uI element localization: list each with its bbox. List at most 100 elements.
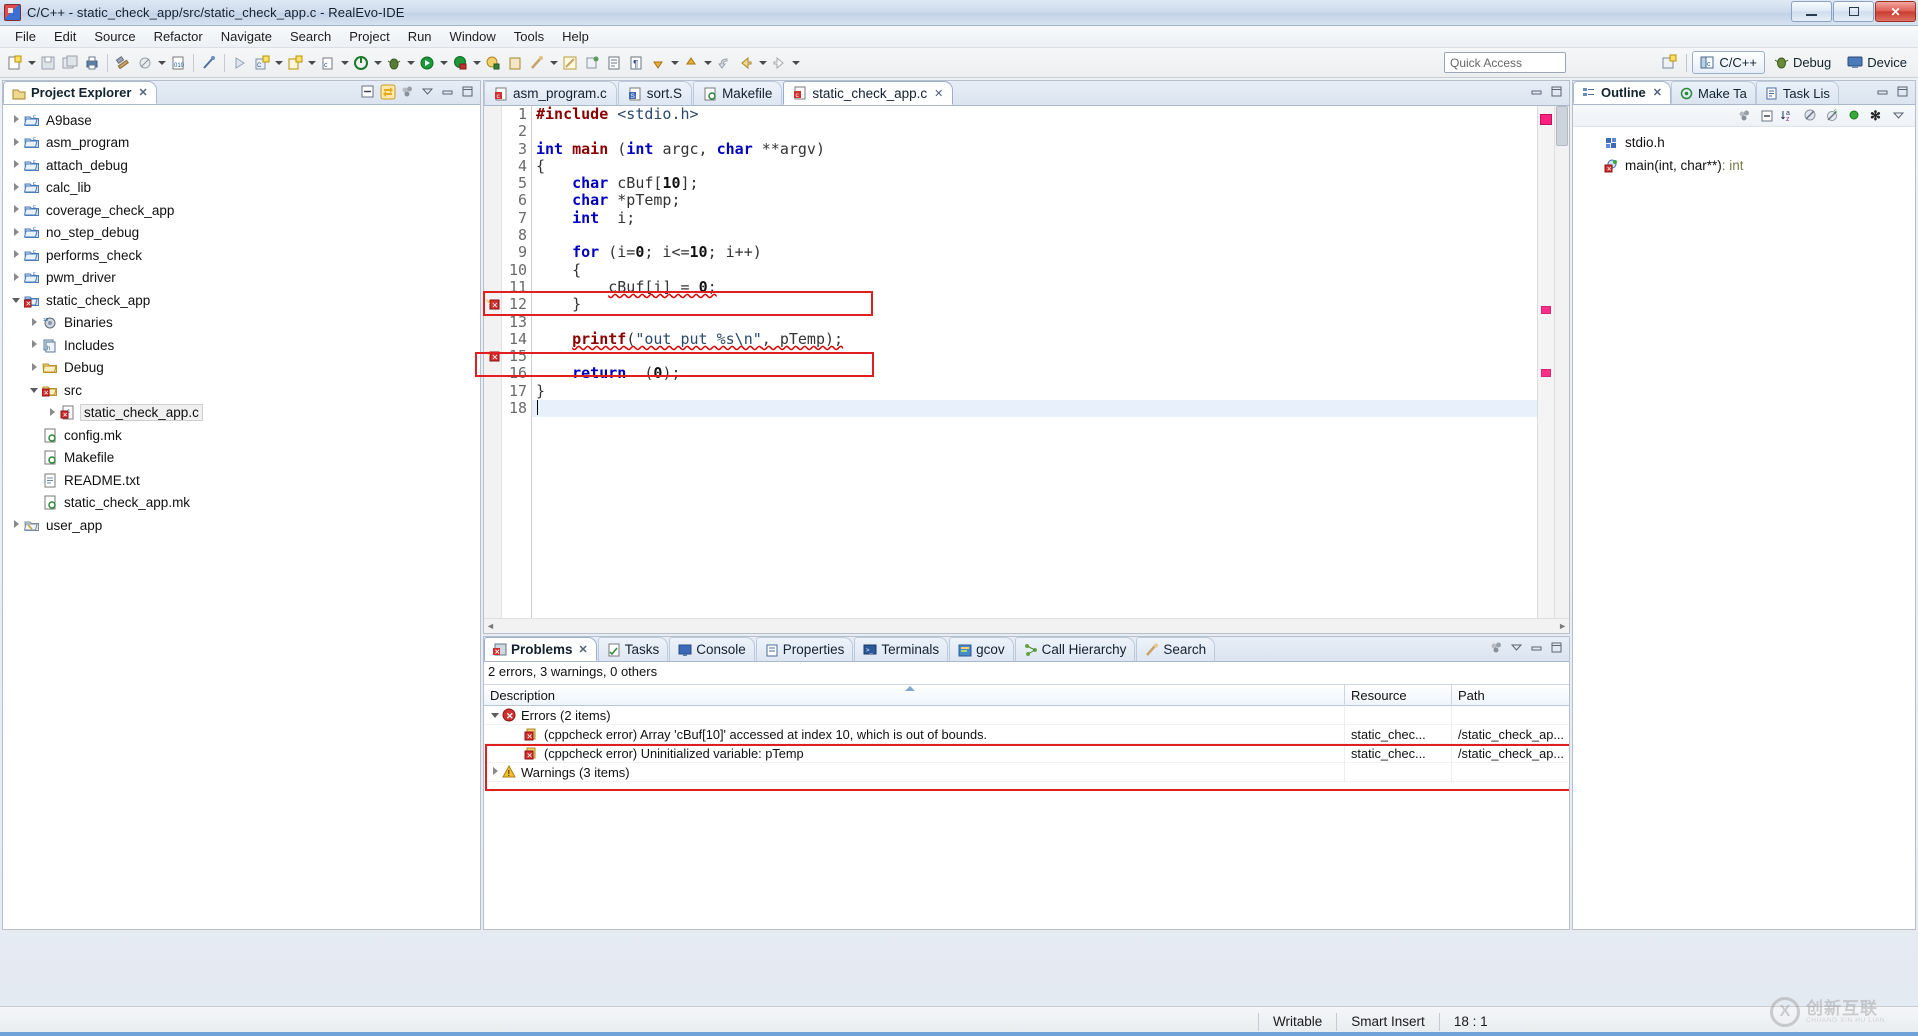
- tab-problems[interactable]: ✕ Problems ✕: [484, 637, 597, 661]
- editor-tab-makefile[interactable]: Makefile: [693, 81, 783, 105]
- tree-item-src[interactable]: ✕ src: [3, 379, 480, 402]
- minimize-window-button[interactable]: [1791, 1, 1832, 22]
- profile-icon[interactable]: [449, 52, 471, 74]
- tree-item-asm-program[interactable]: c asm_program: [3, 132, 480, 155]
- menu-refactor[interactable]: Refactor: [145, 27, 212, 46]
- minimize-icon[interactable]: [1528, 639, 1545, 656]
- twisty-icon[interactable]: [9, 138, 23, 148]
- tab-tasks[interactable]: Tasks: [597, 637, 669, 661]
- editor-code-area[interactable]: #include <stdio.h> int main (int argc, c…: [532, 106, 1537, 618]
- column-header-path[interactable]: Path: [1452, 684, 1569, 706]
- problems-group-errors[interactable]: ✕ Errors (2 items): [484, 705, 1569, 725]
- twisty-icon[interactable]: [9, 273, 23, 283]
- overview-error-marker-1[interactable]: [1540, 114, 1552, 125]
- close-window-button[interactable]: ✕: [1875, 1, 1916, 22]
- toggle-mark-icon[interactable]: [581, 52, 603, 74]
- forward-icon[interactable]: [768, 52, 790, 74]
- link-with-editor-icon[interactable]: [379, 83, 396, 100]
- tab-search[interactable]: Search: [1136, 637, 1216, 661]
- problems-row-error-2[interactable]: ✕ (cppcheck error) Uninitialized variabl…: [484, 743, 1569, 763]
- menu-help[interactable]: Help: [553, 27, 598, 46]
- tab-make-targets[interactable]: Make Ta: [1671, 81, 1756, 104]
- editor-marker-ruler[interactable]: ✕ ✕: [484, 106, 502, 618]
- menu-file[interactable]: File: [6, 27, 45, 46]
- tree-item-pwm-driver[interactable]: c pwm_driver: [3, 267, 480, 290]
- debug-dropdown-icon[interactable]: [405, 52, 416, 74]
- search-icon[interactable]: [526, 52, 548, 74]
- last-edit-icon[interactable]: [713, 52, 735, 74]
- tree-item-config-mk[interactable]: config.mk: [3, 424, 480, 447]
- editor-tab-sort-s[interactable]: S sort.S: [617, 81, 693, 105]
- overview-error-marker-3[interactable]: [1541, 369, 1551, 377]
- editor-tab-close[interactable]: ✕: [934, 87, 943, 100]
- menu-source[interactable]: Source: [85, 27, 144, 46]
- save-all-icon[interactable]: [59, 52, 81, 74]
- tab-project-explorer-close[interactable]: ✕: [138, 86, 147, 99]
- previous-annotation-dropdown-icon[interactable]: [702, 52, 713, 74]
- editor-tab-static-check-app-c[interactable]: c static_check_app.c ✕: [783, 81, 954, 105]
- tree-item-no-step-debug[interactable]: c no_step_debug: [3, 222, 480, 245]
- tab-outline-close[interactable]: ✕: [1653, 86, 1662, 99]
- menu-run[interactable]: Run: [399, 27, 441, 46]
- pilcrow-icon[interactable]: ¶: [625, 52, 647, 74]
- run-icon[interactable]: [416, 52, 438, 74]
- tab-outline[interactable]: Outline ✕: [1573, 81, 1671, 104]
- forward-dropdown-icon[interactable]: [790, 52, 801, 74]
- minimize-icon[interactable]: [1528, 83, 1545, 100]
- save-icon[interactable]: [37, 52, 59, 74]
- perspective-device[interactable]: Device: [1840, 51, 1914, 74]
- sort-icon[interactable]: az: [1780, 107, 1797, 124]
- project-tree[interactable]: c A9base c asm_program c attach_debug c …: [3, 105, 480, 929]
- maximize-icon[interactable]: [1548, 639, 1565, 656]
- maximize-window-button[interactable]: [1833, 1, 1874, 22]
- tree-item-includes[interactable]: h Includes: [3, 334, 480, 357]
- tree-item-binaries[interactable]: 10 Binaries: [3, 312, 480, 335]
- new-file-icon[interactable]: [4, 52, 26, 74]
- tab-terminals[interactable]: >_ Terminals: [854, 637, 949, 661]
- collapse-all-icon[interactable]: [1758, 107, 1775, 124]
- link-with-editor-icon[interactable]: [1736, 107, 1753, 124]
- new-c-project-dropdown-icon[interactable]: [273, 52, 284, 74]
- error-marker-line-11[interactable]: ✕: [486, 297, 500, 313]
- new-c-project-icon[interactable]: C: [251, 52, 273, 74]
- twisty-icon[interactable]: [27, 340, 41, 350]
- view-menu-dots-icon[interactable]: [399, 83, 416, 100]
- hide-nonpublic-icon[interactable]: [1846, 107, 1863, 124]
- new-class-icon[interactable]: [284, 52, 306, 74]
- twisty-icon[interactable]: [9, 115, 23, 125]
- twisty-icon[interactable]: [9, 160, 23, 170]
- editor-horizontal-scrollbar[interactable]: ◄ ►: [484, 618, 1569, 633]
- build-dropdown-icon[interactable]: [156, 52, 167, 74]
- tree-item-static-check-app-mk[interactable]: static_check_app.mk: [3, 492, 480, 515]
- tab-task-list[interactable]: Task Lis: [1755, 81, 1839, 104]
- minimize-icon[interactable]: [1874, 83, 1891, 100]
- editor-vertical-scrollbar[interactable]: [1554, 106, 1569, 618]
- debug-bug-icon[interactable]: [383, 52, 405, 74]
- minimize-icon[interactable]: [439, 83, 456, 100]
- problems-row-error-1[interactable]: ✕ (cppcheck error) Array 'cBuf[10]' acce…: [484, 724, 1569, 744]
- twisty-icon[interactable]: [9, 295, 23, 305]
- twisty-icon[interactable]: [9, 205, 23, 215]
- view-menu-icon[interactable]: [1508, 639, 1525, 656]
- menu-search[interactable]: Search: [281, 27, 340, 46]
- hide-macros-icon[interactable]: ✻: [1868, 107, 1885, 124]
- tree-item-readme-txt[interactable]: README.txt: [3, 469, 480, 492]
- profile-dropdown-icon[interactable]: [471, 52, 482, 74]
- twisty-icon[interactable]: [27, 318, 41, 328]
- tree-item-performs-check[interactable]: c performs_check: [3, 244, 480, 267]
- twisty-icon[interactable]: [27, 385, 41, 395]
- editor-pencil-icon[interactable]: [559, 52, 581, 74]
- tab-properties[interactable]: Properties: [755, 637, 854, 661]
- twisty-icon[interactable]: [488, 767, 502, 777]
- twisty-icon[interactable]: [9, 183, 23, 193]
- perspective-debug[interactable]: Debug: [1767, 51, 1838, 74]
- next-annotation-icon[interactable]: [647, 52, 669, 74]
- twisty-icon[interactable]: [27, 363, 41, 373]
- tab-console[interactable]: Console: [669, 637, 755, 661]
- back-dropdown-icon[interactable]: [757, 52, 768, 74]
- scroll-right-icon[interactable]: ►: [1558, 621, 1567, 631]
- outline-tree[interactable]: stdio.h ✕ main(int, char**) : int: [1573, 127, 1915, 929]
- build-disabled-icon[interactable]: [134, 52, 156, 74]
- perspective-cpp[interactable]: c C/C++: [1692, 51, 1765, 74]
- twisty-icon[interactable]: [9, 520, 23, 530]
